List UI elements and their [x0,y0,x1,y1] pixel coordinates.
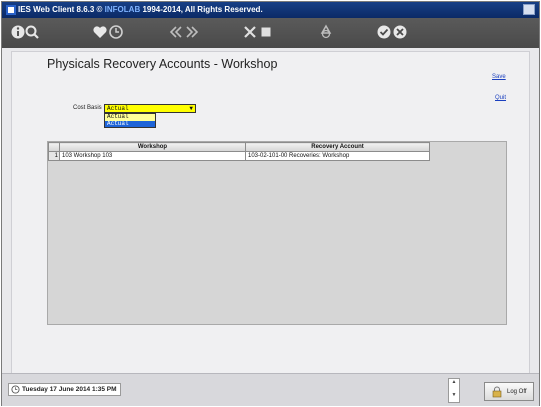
scroll-down-icon[interactable]: ▼ [449,392,459,398]
clock-icon [11,385,20,394]
table-row[interactable]: 1 103 Workshop 103 103-02-101-00 Recover… [48,151,430,161]
cost-basis-dropdown-list: Actual Actual [104,113,156,128]
title-prefix: IES Web Client 8.6.3 © [18,5,105,14]
column-header-workshop[interactable]: Workshop [59,142,246,152]
favorite-icon[interactable] [92,24,108,40]
cost-basis-select[interactable]: Actual ▼ [104,104,196,113]
title-suffix: 1994-2014, All Rights Reserved. [140,5,263,14]
stop-icon[interactable] [258,24,274,40]
app-logo-icon [6,5,16,15]
title-brand: INFOLAB [104,5,141,14]
history-icon[interactable] [108,24,124,40]
cost-basis-option-highlighted[interactable]: Actual [105,120,155,127]
window-title: IES Web Client 8.6.3 © INFOLAB 1994-2014… [18,5,263,14]
tools-icon[interactable] [242,24,258,40]
prev-icon[interactable] [168,24,184,40]
cost-basis-label: Cost Basis [73,105,102,111]
status-scrollbar[interactable]: ▲ ▼ [448,378,460,403]
recovery-accounts-table: Workshop Recovery Account 1 103 Workshop… [48,142,430,161]
save-link[interactable]: Save [492,74,506,80]
page-title: Physicals Recovery Accounts - Workshop [47,57,278,71]
cost-basis-value: Actual [107,105,129,112]
row-number-header [48,142,60,152]
table-header-row: Workshop Recovery Account [48,142,430,152]
toolbar [2,18,539,48]
datetime-text: Tuesday 17 June 2014 1:35 PM [22,386,117,393]
workshop-cell[interactable]: 103 Workshop 103 [59,151,246,161]
recycle-icon[interactable] [318,24,334,40]
datetime-display: Tuesday 17 June 2014 1:35 PM [8,383,121,396]
search-icon[interactable] [24,24,40,40]
next-icon[interactable] [184,24,200,40]
column-header-recovery-account[interactable]: Recovery Account [245,142,430,152]
title-bar: IES Web Client 8.6.3 © INFOLAB 1994-2014… [2,2,539,18]
log-off-label: Log Off [507,389,527,395]
scroll-up-icon[interactable]: ▲ [449,379,459,385]
row-number: 1 [48,151,60,161]
lock-icon [492,386,502,398]
recovery-account-cell[interactable]: 103-02-101-00 Recoveries: Workshop [245,151,430,161]
main-content: Physicals Recovery Accounts - Workshop S… [11,51,530,374]
window-menu-button[interactable] [523,4,535,15]
data-grid: Workshop Recovery Account 1 103 Workshop… [47,141,507,325]
quit-link[interactable]: Quit [495,95,506,101]
log-off-button[interactable]: Log Off [484,382,534,401]
dropdown-arrow-icon[interactable]: ▼ [189,105,193,112]
ok-icon[interactable] [376,24,392,40]
status-bar: Tuesday 17 June 2014 1:35 PM ▲ ▼ Log Off [2,373,539,406]
cancel-icon[interactable] [392,24,408,40]
app-window: IES Web Client 8.6.3 © INFOLAB 1994-2014… [1,1,540,406]
